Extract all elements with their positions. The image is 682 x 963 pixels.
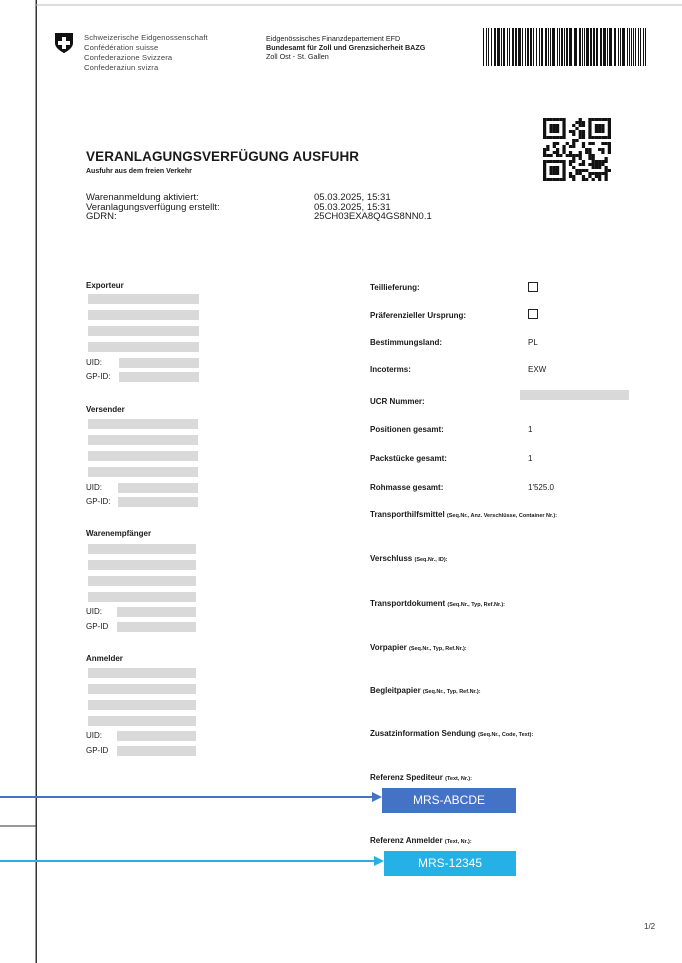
office-location: Zoll Ost - St. Gallen [266,52,329,62]
redacted-field [88,700,196,710]
redacted-field [88,544,196,554]
bestimmungsland-label: Bestimmungsland: [370,338,443,347]
packstuecke-label: Packstücke gesamt: [370,454,447,463]
rohmasse-label: Rohmasse gesamt: [370,483,444,492]
redacted-gpid [117,746,196,756]
redacted-field [88,560,196,570]
exporteur-heading: Exporteur [86,281,124,290]
gpid-label: GP-ID: [86,372,111,381]
zusatzinformation-title: Zusatzinformation Sendung [370,729,476,738]
vorpapier-title: Vorpapier [370,643,407,652]
redacted-field [88,435,198,445]
transportdokument-title: Transportdokument [370,599,446,608]
positionen-value: 1 [528,425,533,434]
warenempfaenger-heading: Warenempfänger [86,529,152,538]
begleitpapier-title: Begleitpapier [370,686,421,695]
redacted-field [88,451,198,461]
redacted-field [88,310,199,320]
page-number: 1/2 [644,922,656,931]
teillieferung-checkbox [528,282,538,292]
redacted-field [88,342,199,352]
redacted-field [88,576,196,586]
document-title: VERANLAGUNGSVERFÜGUNG AUSFUHR [86,149,360,164]
redacted-field [88,326,199,336]
transportdokument-note: (Seq.Nr., Typ, Ref.Nr.): [447,602,506,608]
bestimmungsland-value: PL [528,338,538,347]
meta-values: 05.03.2025, 15:31 05.03.2025, 15:31 25CH… [314,193,432,222]
transportdokument-label: Transportdokument (Seq.Nr., Typ, Ref.Nr.… [370,599,505,608]
redacted-uid [117,607,196,617]
incoterms-value: EXW [528,365,547,374]
rohmasse-value: 1'525.0 [528,483,554,492]
gpid-label: GP-ID [86,622,109,631]
ref-anmelder-label: Referenz Anmelder (Text, Nr.): [370,836,472,845]
ucr-label: UCR Nummer: [370,397,425,406]
transporthilfsmittel-note: (Seq.Nr., Anz. Verschlüsse, Container Nr… [446,513,558,519]
begleitpapier-label: Begleitpapier (Seq.Nr., Typ, Ref.Nr.): [370,686,481,695]
redacted-field [88,684,196,694]
redacted-uid [118,483,198,493]
meta-label: GDRN: [86,211,117,222]
ref-spediteur-label: Referenz Spediteur (Text, Nr.): [370,773,472,782]
vorpapier-label: Vorpapier (Seq.Nr., Typ, Ref.Nr.): [370,643,467,652]
vorpapier-note: (Seq.Nr., Typ, Ref.Nr.): [408,646,467,652]
swiss-coat-of-arms-icon [55,33,73,53]
qr-code-icon [543,118,611,181]
uid-label: UID: [86,607,102,616]
redacted-gpid [118,497,198,507]
transporthilfsmittel-label: Transporthilfsmittel (Seq.Nr., Anz. Vers… [370,510,557,519]
positionen-label: Positionen gesamt: [370,425,444,434]
verschluss-note: (Seq.Nr., ID): [414,557,448,563]
transporthilfsmittel-title: Transporthilfsmittel [370,510,445,519]
gpid-label: GP-ID: [86,497,111,506]
redacted-gpid [119,372,199,382]
gpid-label: GP-ID [86,746,109,755]
meta-value: 25CH03EXA8Q4GS8NN0.1 [314,211,432,222]
verschluss-label: Verschluss (Seq.Nr., ID): [370,554,448,563]
uid-label: UID: [86,483,102,492]
redacted-ucr [520,390,629,400]
praeferenz-checkbox [528,309,538,319]
incoterms-label: Incoterms: [370,365,411,374]
redacted-field [88,419,198,429]
teillieferung-label: Teillieferung: [370,283,420,292]
ref-anmelder-value: MRS-12345 [384,851,516,876]
department-name: Eidgenössisches Finanzdepartement EFD [266,34,401,43]
redacted-field [88,668,196,678]
meta-labels: Warenanmeldung aktiviert: Veranlagungsve… [86,193,220,222]
zusatzinformation-note: (Seq.Nr., Code, Text): [478,732,534,738]
ref-spediteur-note: (Text, Nr.): [445,776,472,782]
document-subtitle: Ausfuhr aus dem freien Verkehr [86,168,192,175]
redacted-field [88,467,198,477]
federation-line: Confederazione Svizzera [84,53,173,62]
office-name: Bundesamt für Zoll und Grenzsicherheit B… [266,43,426,53]
verschluss-title: Verschluss [370,554,413,563]
ref-spediteur-title: Referenz Spediteur [370,773,443,782]
praeferenz-label: Präferenzieller Ursprung: [370,311,467,320]
department-block: Eidgenössisches Finanzdepartement EFD Bu… [266,34,425,62]
versender-heading: Versender [86,405,125,414]
redacted-gpid [117,622,196,632]
federation-name: Schweizerische Eidgenossenschaft Confédé… [84,33,208,73]
uid-label: UID: [86,731,102,740]
packstuecke-value: 1 [528,454,533,463]
federation-line: Confédération suisse [84,43,159,52]
redacted-field [88,592,196,602]
begleitpapier-note: (Seq.Nr., Typ, Ref.Nr.): [422,689,481,695]
barcode-icon [483,28,646,66]
ref-anmelder-note: (Text, Nr.): [444,839,472,845]
ref-spediteur-value: MRS-ABCDE [382,788,516,813]
federation-line: Confederaziun svizra [84,63,159,72]
redacted-field [88,294,199,304]
anmelder-heading: Anmelder [86,654,123,663]
zusatzinformation-label: Zusatzinformation Sendung (Seq.Nr., Code… [370,729,533,738]
federation-line: Schweizerische Eidgenossenschaft [84,33,208,42]
uid-label: UID: [86,358,102,367]
ref-anmelder-title: Referenz Anmelder [370,836,443,845]
redacted-uid [119,358,199,368]
redacted-field [88,716,196,726]
redacted-uid [117,731,196,741]
